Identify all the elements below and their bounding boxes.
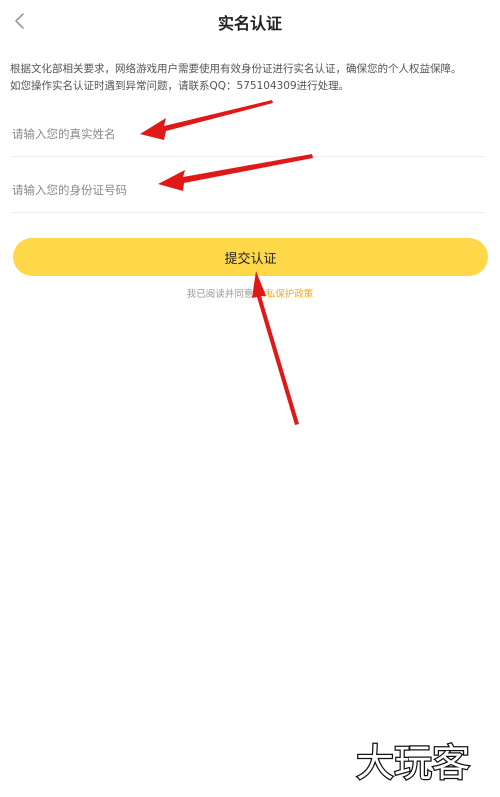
id-number-field — [10, 168, 490, 213]
id-number-input[interactable] — [10, 168, 490, 212]
header-bar: 实名认证 — [0, 0, 500, 44]
watermark-text: 大玩客 — [356, 741, 470, 785]
agreement-row: 我已阅读并同意 隐私保护政策 — [0, 286, 500, 300]
watermark-logo: 大玩客 — [355, 740, 472, 787]
notice-line-2: 如您操作实名认证时遇到异常问题，请联系QQ：575104309进行处理。 — [10, 80, 350, 92]
real-name-field — [10, 112, 490, 157]
real-name-input[interactable] — [10, 112, 490, 156]
page-title: 实名认证 — [217, 14, 282, 33]
submit-verification-button[interactable]: 提交认证 — [13, 238, 488, 276]
agreement-prefix: 我已阅读并同意 — [186, 289, 254, 300]
notice-text: 根据文化部相关要求，网络游戏用户需要使用有效身份证进行实名认证，确保您的个人权益… — [10, 61, 492, 95]
privacy-policy-link[interactable]: 隐私保护政策 — [256, 289, 313, 300]
notice-line-1: 根据文化部相关要求，网络游戏用户需要使用有效身份证进行实名认证，确保您的个人权益… — [10, 63, 462, 75]
